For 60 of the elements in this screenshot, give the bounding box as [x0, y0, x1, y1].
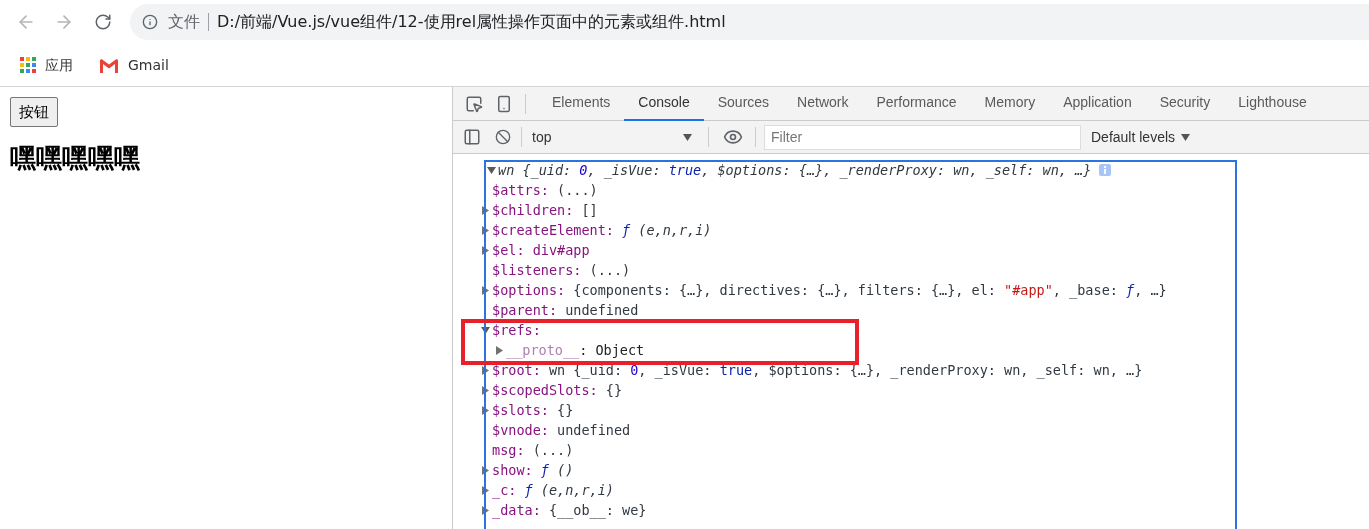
disclosure-arrow-icon[interactable] [495, 345, 504, 355]
disclosure-arrow-icon[interactable] [481, 405, 490, 415]
disclosure-arrow-icon[interactable] [481, 365, 490, 375]
property-line: msg: (...) [492, 441, 574, 460]
context-select[interactable]: top [532, 126, 698, 148]
devtools-tab[interactable]: Performance [862, 86, 971, 121]
device-toolbar-icon[interactable] [495, 94, 513, 113]
reload-icon[interactable] [94, 13, 112, 31]
devtools-tab[interactable]: Security [1145, 86, 1225, 121]
disclosure-arrow-icon[interactable] [481, 325, 490, 335]
property-line: $vnode: undefined [492, 421, 631, 440]
property-line: $parent: undefined [492, 301, 639, 320]
devtools-tab[interactable]: Memory [970, 86, 1050, 121]
disclosure-arrow-icon[interactable] [481, 245, 490, 255]
mail-icon [99, 57, 119, 73]
devtools-tab[interactable]: Sources [703, 86, 784, 121]
property-line: show: ƒ () [492, 461, 574, 480]
disclosure-arrow-icon[interactable] [481, 385, 490, 395]
property-line: $createElement: ƒ (e,n,r,i) [492, 221, 712, 240]
property-line: $scopedSlots: {} [492, 381, 623, 400]
sidebar-toggle-icon[interactable] [463, 128, 481, 146]
object-summary: wn {_uid: 0, _isVue: true, $options: {…}, _renderProxy: wn, _self: wn, …} [498, 161, 1092, 180]
disclosure-arrow-icon[interactable] [481, 465, 490, 475]
disclosure-arrow-icon[interactable] [481, 205, 490, 215]
property-line: $options: {components: {…}, directives: {…}, filters: {…}, el: "#app", _base: ƒ, …} [492, 281, 1167, 300]
devtools-tab[interactable]: Network [783, 86, 863, 121]
property-line: _data: {__ob__: we} [492, 501, 647, 520]
devtools-tab[interactable]: Lighthouse [1224, 86, 1321, 121]
devtools-tab[interactable]: Elements [538, 86, 625, 121]
property-line: _c: ƒ (e,n,r,i) [492, 481, 614, 500]
page-heading: 嘿嘿嘿嘿嘿 [10, 142, 141, 175]
disclosure-arrow-icon[interactable] [487, 165, 496, 175]
info-icon [142, 14, 158, 30]
property-line: __proto__: Object [506, 341, 645, 360]
address-bar[interactable]: 文件 D:/前端/Vue.js/vue组件/12-使用rel属性操作页面中的元素或组件.html [130, 4, 1369, 40]
disclosure-arrow-icon[interactable] [481, 225, 490, 235]
property-line: $children: [] [492, 201, 598, 220]
property-line: $slots: {} [492, 401, 574, 420]
caret-icon [1181, 133, 1191, 141]
property-line: $refs: [492, 321, 541, 340]
caret-icon [683, 133, 692, 141]
scheme-label: 文件 [168, 11, 200, 33]
apps-grid-icon [20, 57, 36, 73]
clear-console-icon[interactable] [495, 129, 511, 145]
bookmark-link[interactable]: 应用 [45, 54, 73, 76]
filter-field[interactable]: Filter [764, 124, 1081, 150]
url-text: D:/前端/Vue.js/vue组件/12-使用rel属性操作页面中的元素或组件.html [217, 11, 726, 33]
eye-icon[interactable] [723, 127, 743, 147]
inspect-icon[interactable] [465, 94, 483, 113]
info-badge-icon [1099, 164, 1112, 176]
disclosure-arrow-icon[interactable] [481, 505, 490, 515]
levels-dropdown[interactable]: Default levels [1091, 126, 1191, 148]
devtools-tab[interactable]: Application [1049, 86, 1146, 121]
property-line: $listeners: (...) [492, 261, 631, 280]
page-button[interactable]: 按钮 [10, 97, 58, 127]
disclosure-arrow-icon[interactable] [481, 485, 490, 495]
property-line: $el: div#app [492, 241, 590, 260]
property-line: $attrs: (...) [492, 181, 598, 200]
bookmark-link[interactable]: Gmail [128, 54, 169, 76]
disclosure-arrow-icon[interactable] [481, 285, 490, 295]
